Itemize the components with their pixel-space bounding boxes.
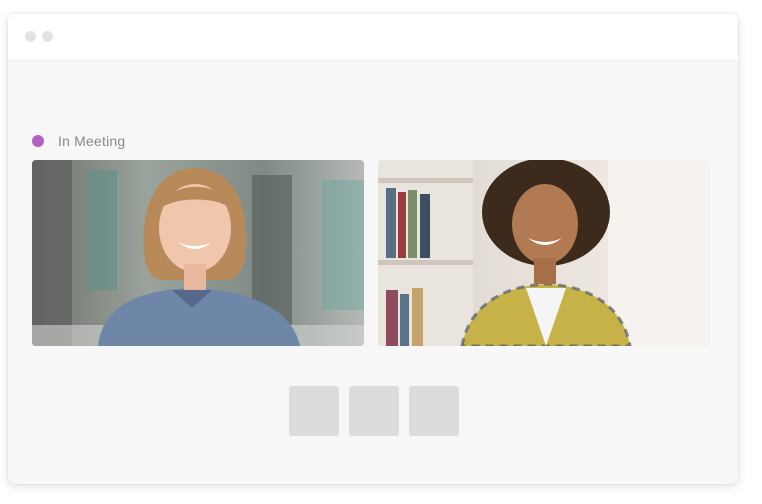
status-indicator-icon xyxy=(32,135,44,147)
video-frame-1 xyxy=(32,160,364,346)
control-button-2[interactable] xyxy=(349,386,399,436)
window-close-dot[interactable] xyxy=(25,31,36,42)
control-button-1[interactable] xyxy=(289,386,339,436)
window-minimize-dot[interactable] xyxy=(42,31,53,42)
control-button-3[interactable] xyxy=(409,386,459,436)
meeting-status: In Meeting xyxy=(32,132,125,150)
title-bar xyxy=(8,14,738,61)
status-label: In Meeting xyxy=(58,133,126,149)
participant-video-2[interactable] xyxy=(378,160,710,346)
call-controls xyxy=(289,386,459,436)
app-window: In Meeting xyxy=(8,14,738,484)
participant-video-1[interactable] xyxy=(32,160,364,346)
video-frame-2 xyxy=(378,160,710,346)
